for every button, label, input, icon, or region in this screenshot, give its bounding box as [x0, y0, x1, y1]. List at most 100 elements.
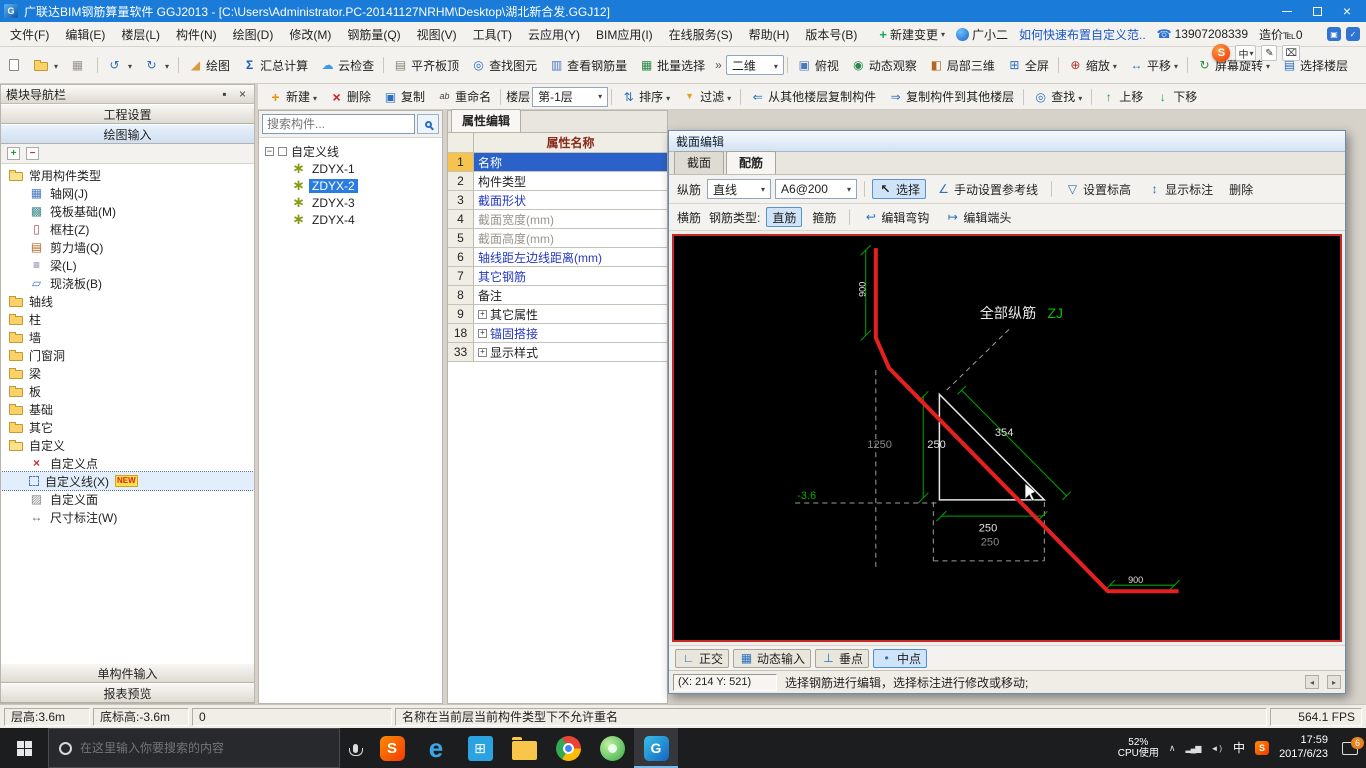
- property-row[interactable]: 3 截面形状: [448, 191, 667, 210]
- floor-combo[interactable]: 第-1层▾: [532, 87, 608, 107]
- view-rebar-button[interactable]: 查看钢筋量: [543, 55, 633, 75]
- maximize-button[interactable]: [1302, 0, 1332, 22]
- menu-file[interactable]: 文件(F): [2, 23, 57, 46]
- section-canvas[interactable]: 1250 250 354 250 250 -3.6 900 900 全部纵筋 Z…: [672, 234, 1342, 642]
- chevron-up-icon[interactable]: [1169, 743, 1176, 754]
- menu-tool-icon-2[interactable]: ✓: [1346, 27, 1360, 41]
- nav-folder-foundation[interactable]: 基础: [1, 400, 254, 418]
- filter-button[interactable]: 过滤: [676, 87, 737, 107]
- local-3d-button[interactable]: 局部三维: [923, 55, 1001, 75]
- property-row[interactable]: 7 其它钢筋: [448, 267, 667, 286]
- open-file-button[interactable]: [28, 55, 64, 75]
- nav-folder-column[interactable]: 柱: [1, 310, 254, 328]
- nav-project-settings-button[interactable]: 工程设置: [1, 104, 254, 124]
- dim-250-bottom[interactable]: 250: [979, 522, 998, 534]
- section-drawing[interactable]: 1250 250 354 250 250 -3.6 900 900 全部纵筋 Z…: [674, 236, 1340, 640]
- component-tree-root[interactable]: − 自定义线: [261, 142, 440, 160]
- line-type-combo[interactable]: 直线▾: [707, 179, 771, 199]
- cloud-check-button[interactable]: 云检查: [314, 55, 380, 75]
- taskbar-search-input[interactable]: [80, 741, 329, 755]
- full-screen-button[interactable]: 全屏: [1001, 55, 1055, 75]
- scroll-right-button[interactable]: ▸: [1327, 675, 1341, 689]
- menu-component[interactable]: 构件(N): [168, 23, 225, 46]
- copy-component-button[interactable]: 复制: [377, 87, 431, 107]
- scroll-left-button[interactable]: ◂: [1305, 675, 1319, 689]
- dim-250-bottom2[interactable]: 250: [981, 537, 1000, 549]
- nav-folder-slab[interactable]: 板: [1, 382, 254, 400]
- taskbar-sogou[interactable]: [370, 728, 414, 768]
- straight-rebar-button[interactable]: 直筋: [766, 207, 802, 227]
- find-button[interactable]: 查找: [1027, 87, 1088, 107]
- sort-button[interactable]: 排序: [615, 87, 676, 107]
- dim-250-side[interactable]: 250: [927, 439, 946, 451]
- collapse-all-icon[interactable]: −: [26, 147, 39, 160]
- mid-point-button[interactable]: 中点: [873, 649, 927, 668]
- mic-button[interactable]: [340, 728, 370, 768]
- align-slab-top-button[interactable]: 平齐板顶: [387, 55, 465, 75]
- rename-component-button[interactable]: 重命名: [431, 87, 497, 107]
- nav-axis-grid[interactable]: 轴网(J): [1, 184, 254, 202]
- edit-hook-button[interactable]: 编辑弯钩: [857, 207, 935, 227]
- expand-icon[interactable]: [478, 348, 487, 357]
- edit-end-button[interactable]: 编辑端头: [939, 207, 1017, 227]
- new-component-button[interactable]: 新建: [262, 87, 323, 107]
- menu-draw[interactable]: 绘图(D): [225, 23, 282, 46]
- set-elevation-button[interactable]: 设置标高: [1059, 179, 1137, 199]
- nav-common-types[interactable]: 常用构件类型: [1, 166, 254, 184]
- nav-report-preview-button[interactable]: 报表预览: [1, 683, 254, 703]
- tab-rebar[interactable]: 配筋: [726, 151, 776, 174]
- close-button[interactable]: ×: [1332, 0, 1362, 22]
- menu-view[interactable]: 视图(V): [409, 23, 465, 46]
- ime-pen-icon[interactable]: ✎: [1261, 45, 1277, 61]
- save-button[interactable]: [64, 55, 94, 75]
- menu-bim-app[interactable]: BIM应用(I): [588, 23, 661, 46]
- zoom-button[interactable]: 缩放: [1062, 55, 1123, 75]
- menu-modify[interactable]: 修改(M): [281, 23, 339, 46]
- delete-component-button[interactable]: 删除: [323, 87, 377, 107]
- rebar-annotation[interactable]: 全部纵筋: [980, 305, 1036, 322]
- notification-icon[interactable]: 6: [1342, 742, 1358, 755]
- nav-draw-input-button[interactable]: 绘图输入: [1, 124, 254, 144]
- start-button[interactable]: [0, 728, 48, 768]
- menu-rebar-quantity[interactable]: 钢筋量(Q): [339, 23, 408, 46]
- new-file-button[interactable]: [3, 55, 28, 75]
- rebar-spec-combo[interactable]: A6@200▾: [775, 179, 857, 199]
- new-change-button[interactable]: +新建变更▾: [879, 26, 945, 43]
- dynamic-input-button[interactable]: 动态输入: [733, 649, 811, 668]
- property-row[interactable]: 33 显示样式: [448, 343, 667, 362]
- nav-beam[interactable]: 梁(L): [1, 256, 254, 274]
- move-up-button[interactable]: 上移: [1095, 87, 1149, 107]
- dim-1250[interactable]: 1250: [867, 439, 892, 451]
- search-input[interactable]: [262, 114, 415, 134]
- dim-900-top[interactable]: 900: [858, 282, 868, 297]
- nav-raft-foundation[interactable]: 筏板基础(M): [1, 202, 254, 220]
- ime-indicator[interactable]: 中: [1233, 742, 1245, 754]
- nav-frame-column[interactable]: 框柱(Z): [1, 220, 254, 238]
- menu-online-service[interactable]: 在线服务(S): [661, 23, 741, 46]
- search-button[interactable]: [417, 114, 439, 134]
- property-row[interactable]: 4 截面宽度(mm): [448, 210, 667, 229]
- menu-floor[interactable]: 楼层(L): [113, 23, 168, 46]
- nav-single-component-button[interactable]: 单构件输入: [1, 663, 254, 683]
- ortho-button[interactable]: 正交: [675, 649, 729, 668]
- nav-folder-axis[interactable]: 轴线: [1, 292, 254, 310]
- clock[interactable]: 17:59 2017/6/23: [1279, 734, 1328, 762]
- section-window-title[interactable]: 截面编辑: [669, 131, 1345, 152]
- rebar-line[interactable]: [876, 248, 1179, 591]
- manual-refline-button[interactable]: 手动设置参考线: [930, 179, 1044, 199]
- taskbar-edge[interactable]: [414, 728, 458, 768]
- orbit-button[interactable]: 动态观察: [845, 55, 923, 75]
- nav-folder-beam[interactable]: 梁: [1, 364, 254, 382]
- nav-folder-wall[interactable]: 墙: [1, 328, 254, 346]
- toolbar-overflow-button[interactable]: »: [711, 55, 726, 75]
- component-zdyx-3[interactable]: ZDYX-3: [261, 194, 440, 211]
- component-zdyx-4[interactable]: ZDYX-4: [261, 211, 440, 228]
- assistant-button[interactable]: 广小二: [956, 26, 1008, 43]
- top-view-button[interactable]: 俯视: [791, 55, 845, 75]
- nav-folder-opening[interactable]: 门窗洞: [1, 346, 254, 364]
- nav-dim-label[interactable]: 尺寸标注(W): [1, 508, 254, 526]
- property-row[interactable]: 5 截面高度(mm): [448, 229, 667, 248]
- taskbar-explorer[interactable]: [502, 728, 546, 768]
- help-tip-link[interactable]: 如何快速布置自定义范..: [1019, 26, 1146, 43]
- tab-section[interactable]: 截面: [674, 151, 724, 174]
